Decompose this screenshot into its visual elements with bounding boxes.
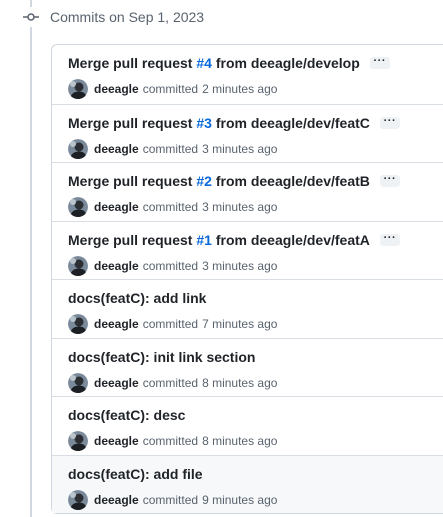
commit-meta: deeagle committed 8 minutes ago [68, 372, 443, 393]
pr-link[interactable]: #3 [196, 115, 212, 131]
date-label: Commits on Sep 1, 2023 [50, 9, 205, 25]
commit-title-text[interactable]: docs(featC): add file [68, 466, 203, 482]
ellipsis-icon[interactable]: ··· [379, 174, 400, 187]
author-link[interactable]: deeagle [94, 376, 139, 390]
author-link[interactable]: deeagle [94, 82, 139, 96]
commit-title-text[interactable]: from deeagle/dev/featC [212, 115, 370, 131]
author-link[interactable]: deeagle [94, 259, 139, 273]
commit-title-link[interactable]: Merge pull request #1 from deeagle/dev/f… [68, 232, 370, 248]
author-link[interactable]: deeagle [94, 142, 139, 156]
committed-label: committed [142, 434, 199, 448]
commit-title-line: docs(featC): add file [68, 464, 443, 484]
commit-row[interactable]: Merge pull request #2 from deeagle/dev/f… [52, 162, 443, 221]
commit-title-link[interactable]: Merge pull request #2 from deeagle/dev/f… [68, 173, 370, 189]
pr-link[interactable]: #4 [196, 55, 212, 71]
avatar[interactable] [68, 314, 88, 334]
commit-title-link[interactable]: docs(featC): add file [68, 466, 203, 482]
committed-label: committed [142, 317, 199, 331]
commit-row[interactable]: Merge pull request #3 from deeagle/dev/f… [52, 103, 443, 163]
commit-history-page: Commits on Sep 1, 2023 Merge pull reques… [0, 0, 443, 517]
commit-row[interactable]: docs(featC): add link deeagle committed 7 m… [52, 279, 443, 338]
pr-link[interactable]: #2 [196, 173, 212, 189]
date-header: Commits on Sep 1, 2023 [20, 7, 204, 27]
committed-label: committed [142, 141, 199, 156]
avatar[interactable] [68, 372, 88, 393]
avatar[interactable] [68, 255, 88, 276]
commit-title-line: Merge pull request #2 from deeagle/dev/f… [68, 171, 443, 191]
committed-label: committed [142, 375, 199, 390]
ellipsis-icon[interactable]: ··· [369, 56, 390, 69]
ellipsis-icon[interactable]: ··· [379, 115, 400, 129]
commit-title-text[interactable]: Merge pull request [68, 55, 196, 71]
commit-title-link[interactable]: Merge pull request #4 from deeagle/devel… [68, 55, 360, 71]
pr-link[interactable]: #1 [196, 232, 212, 248]
commit-title-text[interactable]: docs(featC): add link [68, 290, 206, 306]
commit-title-text[interactable]: Merge pull request [68, 232, 196, 248]
relative-time: 8 minutes ago [202, 375, 278, 390]
avatar[interactable] [68, 197, 88, 217]
relative-time: 3 minutes ago [202, 200, 278, 214]
committed-label: committed [142, 258, 199, 273]
commit-title-link[interactable]: docs(featC): add link [68, 290, 206, 306]
commit-title-line: Merge pull request #1 from deeagle/dev/f… [68, 230, 443, 250]
commit-title-text[interactable]: from deeagle/develop [212, 55, 360, 71]
relative-time: 9 minutes ago [202, 492, 278, 507]
commit-meta: deeagle committed 3 minutes ago [68, 255, 443, 276]
commit-meta: deeagle committed 7 minutes ago [68, 314, 443, 334]
commit-meta: deeagle committed 3 minutes ago [68, 197, 443, 217]
committed-label: committed [142, 200, 199, 214]
commit-title-text[interactable]: docs(featC): desc [68, 407, 185, 423]
commit-row[interactable]: docs(featC): add file deeagle committed 9 m… [52, 454, 443, 513]
relative-time: 3 minutes ago [202, 141, 278, 156]
commit-title-link[interactable]: Merge pull request #3 from deeagle/dev/f… [68, 115, 370, 131]
commit-meta: deeagle committed 2 minutes ago [68, 79, 443, 99]
commit-title-text[interactable]: from deeagle/dev/featA [212, 232, 370, 248]
commit-row[interactable]: Merge pull request #1 from deeagle/dev/f… [52, 220, 443, 280]
ellipsis-icon[interactable]: ··· [379, 232, 400, 246]
commit-title-text[interactable]: Merge pull request [68, 115, 196, 131]
commit-title-link[interactable]: docs(featC): init link section [68, 349, 255, 365]
commit-row[interactable]: docs(featC): init link section deeagle com… [52, 337, 443, 397]
avatar[interactable] [68, 79, 88, 99]
commit-title-line: Merge pull request #3 from deeagle/dev/f… [68, 113, 443, 133]
committed-label: committed [142, 82, 199, 96]
commit-title-link[interactable]: docs(featC): desc [68, 407, 185, 423]
author-link[interactable]: deeagle [94, 434, 139, 448]
commit-list: Merge pull request #4 from deeagle/devel… [51, 44, 443, 514]
author-link[interactable]: deeagle [94, 200, 139, 214]
committed-label: committed [142, 492, 199, 507]
commit-title-line: docs(featC): desc [68, 405, 443, 425]
avatar[interactable] [68, 431, 88, 451]
avatar[interactable] [68, 138, 88, 159]
commit-title-text[interactable]: docs(featC): init link section [68, 349, 255, 365]
commit-row[interactable]: Merge pull request #4 from deeagle/devel… [52, 45, 443, 104]
commit-title-line: docs(featC): add link [68, 288, 443, 308]
relative-time: 8 minutes ago [202, 434, 278, 448]
avatar[interactable] [68, 489, 88, 510]
author-link[interactable]: deeagle [94, 317, 139, 331]
commit-title-line: docs(featC): init link section [68, 347, 443, 367]
relative-time: 7 minutes ago [202, 317, 278, 331]
author-link[interactable]: deeagle [94, 493, 139, 507]
commit-meta: deeagle committed 3 minutes ago [68, 138, 443, 159]
commit-meta: deeagle committed 8 minutes ago [68, 431, 443, 451]
commit-meta: deeagle committed 9 minutes ago [68, 489, 443, 510]
git-commit-icon [20, 7, 42, 27]
relative-time: 3 minutes ago [202, 258, 278, 273]
timeline-line [30, 0, 32, 517]
commit-title-text[interactable]: Merge pull request [68, 173, 196, 189]
commit-row[interactable]: docs(featC): desc deeagle committed 8 minut… [52, 396, 443, 455]
commit-title-text[interactable]: from deeagle/dev/featB [212, 173, 370, 189]
commit-title-line: Merge pull request #4 from deeagle/devel… [68, 53, 443, 73]
relative-time: 2 minutes ago [202, 82, 278, 96]
